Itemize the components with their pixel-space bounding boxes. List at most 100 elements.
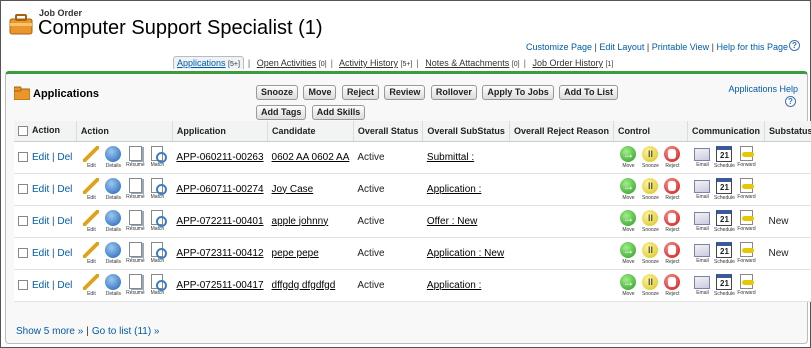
schedule-calendar-icon[interactable]: 21 Schedule: [713, 145, 735, 169]
related-tab-applications[interactable]: Applications [5+]: [173, 56, 244, 69]
customize-page-link[interactable]: Customize Page: [526, 42, 592, 52]
email-envelope-icon[interactable]: Email: [691, 210, 713, 232]
row-checkbox[interactable]: [18, 151, 28, 162]
snooze-pause-icon[interactable]: II Snooze: [639, 273, 661, 297]
pencil-edit-icon[interactable]: Edit: [80, 177, 102, 201]
resume-document-icon[interactable]: Résumé: [124, 273, 146, 296]
move-arrow-icon[interactable]: → Move: [617, 273, 639, 297]
del-link[interactable]: Del: [57, 280, 72, 291]
snooze-pause-icon[interactable]: II Snooze: [639, 209, 661, 233]
edit-layout-link[interactable]: Edit Layout: [599, 42, 644, 52]
column-header-substatus[interactable]: Substatus: [763, 121, 811, 142]
del-link[interactable]: Del: [57, 184, 72, 195]
del-link[interactable]: Del: [57, 152, 72, 163]
match-search-icon[interactable]: Match: [146, 145, 168, 168]
apply-to-jobs-button[interactable]: Apply To Jobs: [482, 85, 554, 100]
resume-document-icon[interactable]: Résumé: [124, 145, 146, 168]
del-link[interactable]: Del: [57, 248, 72, 259]
info-details-icon[interactable]: Details: [102, 241, 124, 265]
pencil-edit-icon[interactable]: Edit: [80, 209, 102, 233]
edit-link[interactable]: Edit: [32, 280, 49, 291]
candidate-link[interactable]: dffgdg dfgdfgd: [272, 280, 336, 291]
column-header-overall-status[interactable]: Overall Status: [352, 121, 423, 142]
reject-stop-icon[interactable]: Reject: [661, 145, 683, 169]
reject-button[interactable]: Reject: [341, 85, 379, 100]
snooze-pause-icon[interactable]: II Snooze: [639, 145, 661, 169]
schedule-calendar-icon[interactable]: 21 Schedule: [713, 273, 735, 297]
candidate-link[interactable]: pepe pepe: [272, 248, 319, 259]
edit-link[interactable]: Edit: [32, 184, 49, 195]
move-arrow-icon[interactable]: → Move: [617, 145, 639, 169]
edit-link[interactable]: Edit: [32, 216, 49, 227]
applications-help-link[interactable]: Applications Help: [728, 84, 798, 94]
reject-stop-icon[interactable]: Reject: [661, 177, 683, 201]
application-link[interactable]: APP-072311-00412: [176, 248, 263, 259]
add-skills-button[interactable]: Add Skills: [311, 105, 366, 120]
info-details-icon[interactable]: Details: [102, 273, 124, 297]
move-button[interactable]: Move: [303, 85, 337, 100]
related-link-open-activities[interactable]: Open Activities: [257, 58, 317, 68]
related-link-label[interactable]: Applications: [177, 58, 226, 68]
del-link[interactable]: Del: [57, 216, 72, 227]
select-all-checkbox[interactable]: [18, 126, 28, 137]
email-envelope-icon[interactable]: Email: [691, 146, 713, 168]
reject-stop-icon[interactable]: Reject: [661, 241, 683, 265]
application-link[interactable]: APP-060711-00274: [176, 184, 263, 195]
printable-view-link[interactable]: Printable View: [652, 42, 709, 52]
forward-document-icon[interactable]: Forward: [735, 177, 757, 200]
overall-substatus-link[interactable]: Application :: [427, 184, 481, 195]
forward-document-icon[interactable]: Forward: [735, 209, 757, 232]
snooze-button[interactable]: Snooze: [256, 85, 299, 100]
reject-stop-icon[interactable]: Reject: [661, 273, 683, 297]
email-envelope-icon[interactable]: Email: [691, 178, 713, 200]
match-search-icon[interactable]: Match: [146, 177, 168, 200]
application-link[interactable]: APP-072211-00401: [176, 216, 263, 227]
overall-substatus-link[interactable]: Offer : New: [427, 216, 477, 227]
row-checkbox[interactable]: [18, 215, 28, 226]
row-checkbox[interactable]: [18, 183, 28, 194]
overall-substatus-link[interactable]: Application :: [427, 280, 481, 291]
edit-link[interactable]: Edit: [32, 152, 49, 163]
go-to-list-link[interactable]: Go to list (11) »: [92, 326, 160, 337]
forward-document-icon[interactable]: Forward: [735, 273, 757, 296]
move-arrow-icon[interactable]: → Move: [617, 177, 639, 201]
schedule-calendar-icon[interactable]: 21 Schedule: [713, 241, 735, 265]
review-button[interactable]: Review: [384, 85, 426, 100]
help-icon[interactable]: ?: [789, 40, 800, 51]
reject-stop-icon[interactable]: Reject: [661, 209, 683, 233]
column-header-candidate[interactable]: Candidate: [267, 121, 354, 142]
column-header-overall-substatus[interactable]: Overall SubStatus: [422, 121, 510, 142]
application-link[interactable]: APP-072511-00417: [176, 280, 263, 291]
info-details-icon[interactable]: Details: [102, 209, 124, 233]
add-to-list-button[interactable]: Add To List: [559, 85, 618, 100]
help-for-page-link[interactable]: Help for this Page: [716, 42, 788, 52]
rollover-button[interactable]: Rollover: [430, 85, 477, 100]
match-search-icon[interactable]: Match: [146, 209, 168, 232]
pencil-edit-icon[interactable]: Edit: [80, 145, 102, 169]
resume-document-icon[interactable]: Résumé: [124, 177, 146, 200]
candidate-link[interactable]: Joy Case: [272, 184, 314, 195]
info-details-icon[interactable]: Details: [102, 177, 124, 201]
pencil-edit-icon[interactable]: Edit: [80, 241, 102, 265]
application-link[interactable]: APP-060211-00263: [176, 152, 263, 163]
forward-document-icon[interactable]: Forward: [735, 145, 757, 168]
info-details-icon[interactable]: Details: [102, 145, 124, 169]
email-envelope-icon[interactable]: Email: [691, 274, 713, 296]
edit-link[interactable]: Edit: [32, 248, 49, 259]
row-checkbox[interactable]: [18, 247, 28, 258]
snooze-pause-icon[interactable]: II Snooze: [639, 177, 661, 201]
move-arrow-icon[interactable]: → Move: [617, 241, 639, 265]
candidate-link[interactable]: 0602 AA 0602 AA: [272, 152, 350, 163]
related-link-notes-attachments[interactable]: Notes & Attachments: [425, 58, 509, 68]
schedule-calendar-icon[interactable]: 21 Schedule: [713, 209, 735, 233]
overall-substatus-link[interactable]: Application : New: [427, 248, 504, 259]
pencil-edit-icon[interactable]: Edit: [80, 273, 102, 297]
match-search-icon[interactable]: Match: [146, 273, 168, 296]
move-arrow-icon[interactable]: → Move: [617, 209, 639, 233]
column-header-application[interactable]: Application: [171, 121, 268, 142]
help-icon[interactable]: ?: [785, 96, 796, 107]
overall-substatus-link[interactable]: Submittal :: [427, 152, 474, 163]
row-checkbox[interactable]: [18, 279, 28, 290]
match-search-icon[interactable]: Match: [146, 241, 168, 264]
forward-document-icon[interactable]: Forward: [735, 241, 757, 264]
